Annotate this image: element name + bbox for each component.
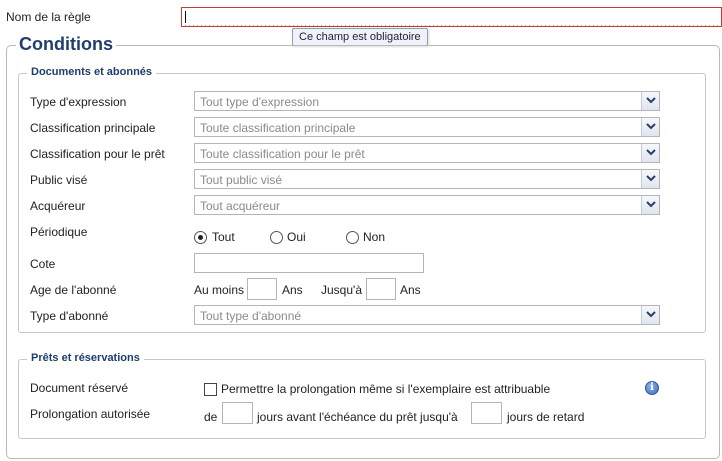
call-number-label: Cote	[30, 257, 56, 271]
periodical-option-oui: Oui	[287, 230, 306, 244]
subscriber-type-value: Tout type d'abonné	[200, 309, 302, 323]
dropdown-arrow-button[interactable]	[641, 306, 659, 324]
dropdown-arrow-button[interactable]	[641, 92, 659, 110]
loan-classification-label: Classification pour le prêt	[30, 147, 165, 161]
extension-suffix: jours de retard	[507, 410, 585, 424]
conditions-title: Conditions	[16, 34, 116, 55]
periodical-label: Périodique	[30, 225, 88, 239]
documents-section-title: Documents et abonnés	[27, 66, 157, 78]
required-field-tooltip: Ce champ est obligatoire	[292, 28, 428, 46]
age-min-unit: Ans	[282, 283, 303, 297]
expression-type-label: Type d'expression	[30, 95, 127, 109]
acquirer-select[interactable]: Tout acquéreur	[194, 195, 660, 215]
allow-extension-checkbox[interactable]	[204, 383, 217, 396]
age-max-label: Jusqu'à	[321, 283, 362, 297]
periodical-radio-oui[interactable]	[270, 231, 283, 244]
chevron-down-icon	[646, 175, 656, 182]
chevron-down-icon	[646, 201, 656, 208]
loans-section-title: Prêts et réservations	[27, 352, 144, 364]
chevron-down-icon	[646, 311, 656, 318]
audience-label: Public visé	[30, 173, 88, 187]
allow-extension-text: Permettre la prolongation même si l'exem…	[221, 382, 551, 396]
chevron-down-icon	[646, 149, 656, 156]
periodical-radio-non[interactable]	[346, 231, 359, 244]
info-icon[interactable]: i	[645, 381, 659, 395]
days-late-input[interactable]	[471, 402, 502, 424]
rule-name-label: Nom de la règle	[6, 10, 91, 24]
chevron-down-icon	[646, 123, 656, 130]
periodical-radio-tout[interactable]	[194, 231, 207, 244]
extension-allowed-label: Prolongation autorisée	[30, 407, 151, 421]
main-classification-value: Toute classification principale	[200, 121, 356, 135]
extension-middle-text: jours avant l'échéance du prêt jusqu'à	[257, 410, 458, 424]
periodical-option-tout: Tout	[212, 230, 235, 244]
text-caret	[185, 11, 186, 23]
loans-fieldset	[18, 359, 706, 439]
acquirer-value: Tout acquéreur	[200, 199, 281, 213]
main-classification-label: Classification principale	[30, 121, 156, 135]
age-min-input[interactable]	[247, 278, 277, 300]
dropdown-arrow-button[interactable]	[641, 118, 659, 136]
chevron-down-icon	[646, 97, 656, 104]
loan-classification-value: Toute classification pour le prêt	[200, 147, 365, 161]
loan-classification-select[interactable]: Toute classification pour le prêt	[194, 143, 660, 163]
expression-type-select[interactable]: Tout type d'expression	[194, 91, 660, 111]
age-max-input[interactable]	[366, 278, 396, 300]
main-classification-select[interactable]: Toute classification principale	[194, 117, 660, 137]
dropdown-arrow-button[interactable]	[641, 196, 659, 214]
acquirer-label: Acquéreur	[30, 199, 86, 213]
dropdown-arrow-button[interactable]	[641, 144, 659, 162]
periodical-option-non: Non	[363, 230, 386, 244]
call-number-input[interactable]	[194, 253, 424, 273]
subscriber-type-label: Type d'abonné	[30, 309, 109, 323]
reserved-document-label: Document réservé	[30, 381, 129, 395]
rule-name-input[interactable]	[181, 7, 722, 27]
dropdown-arrow-button[interactable]	[641, 170, 659, 188]
subscriber-age-label: Age de l'abonné	[30, 283, 117, 297]
age-min-label: Au moins	[194, 283, 245, 297]
days-before-input[interactable]	[222, 402, 253, 424]
expression-type-value: Tout type d'expression	[200, 95, 320, 109]
audience-value: Tout public visé	[200, 173, 283, 187]
age-max-unit: Ans	[400, 283, 421, 297]
extension-prefix: de	[204, 410, 218, 424]
subscriber-type-select[interactable]: Tout type d'abonné	[194, 305, 660, 325]
audience-select[interactable]: Tout public visé	[194, 169, 660, 189]
